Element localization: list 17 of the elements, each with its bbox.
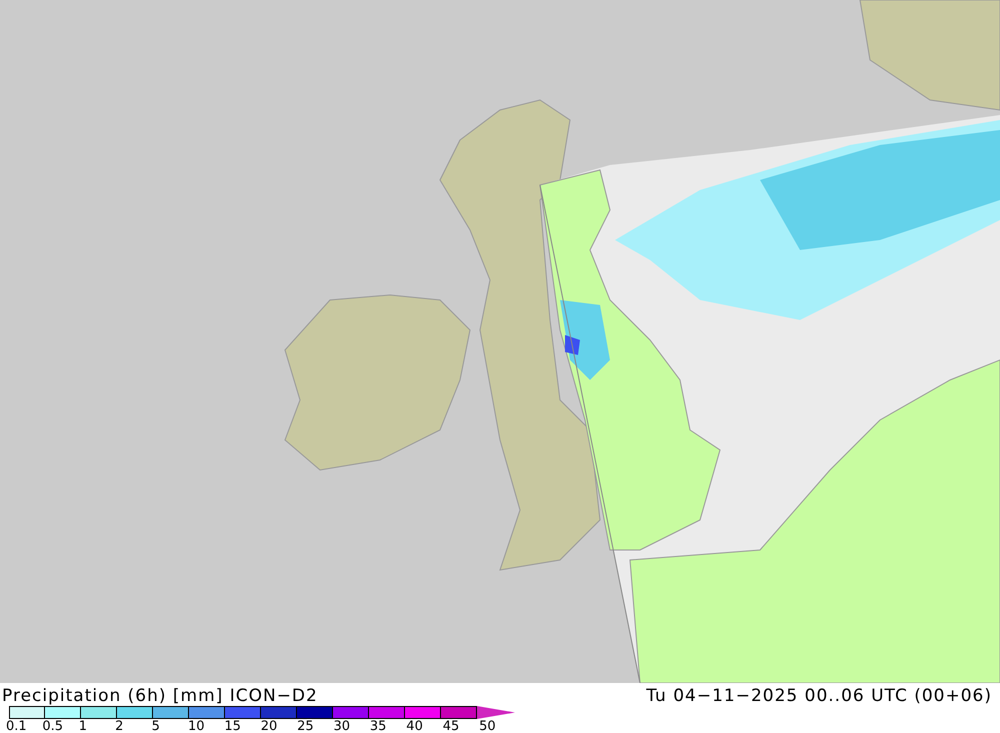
- scale-label: 15: [224, 719, 242, 733]
- chart-title: Precipitation (6h) [mm] ICON−D2: [2, 686, 318, 706]
- scale-label: 35: [370, 719, 388, 733]
- scale-label: 40: [406, 719, 424, 733]
- timestamp: Tu 04−11−2025 00..06 UTC (00+06): [646, 686, 992, 706]
- scale-label: 5: [152, 719, 161, 733]
- scale-label: 30: [334, 719, 352, 733]
- scale-label: 50: [479, 719, 497, 733]
- scale-label: 45: [442, 719, 460, 733]
- scale-label: 1: [78, 719, 88, 733]
- scale-arrow-icon: [477, 706, 515, 719]
- scale-label: 0.1: [6, 719, 28, 733]
- scale-label: 10: [188, 719, 206, 733]
- scale-label: 0.5: [42, 719, 64, 733]
- scale-label: 25: [297, 719, 315, 733]
- scale-label: 20: [260, 719, 278, 733]
- scale-label: 2: [115, 719, 124, 733]
